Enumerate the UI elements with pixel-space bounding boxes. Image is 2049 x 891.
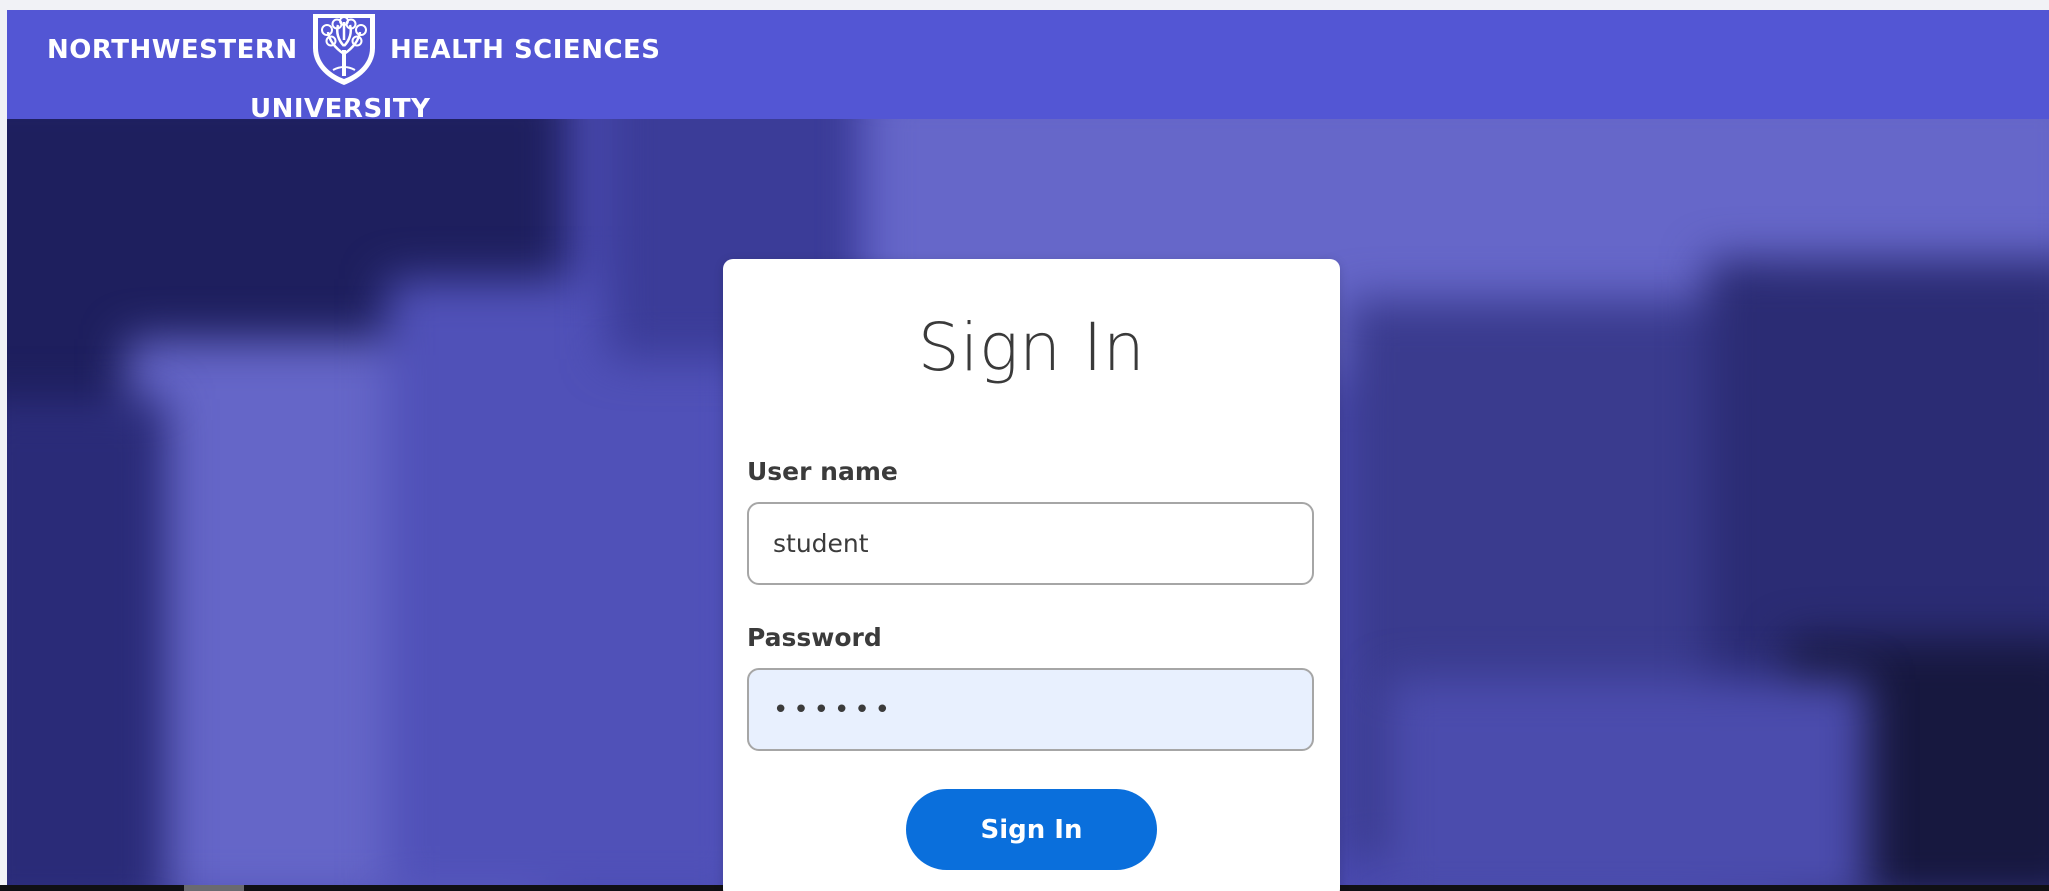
tree-shield-crest-icon [313, 14, 375, 85]
logo-word-northwestern: NORTHWESTERN [47, 35, 298, 65]
bg-building-center [387, 279, 747, 885]
bottom-edge-mark [184, 885, 244, 891]
page: NORTHWESTERN HEALTH SCIENCES UNIVERSITY [0, 0, 2049, 891]
password-input[interactable] [747, 668, 1314, 751]
left-edge [0, 0, 7, 891]
sign-in-title: Sign In [917, 309, 1146, 386]
username-input[interactable] [747, 502, 1314, 585]
sign-in-button[interactable]: Sign In [906, 789, 1157, 870]
logo-word-health-sciences: HEALTH SCIENCES [390, 35, 661, 65]
bg-shadow-left [7, 399, 167, 885]
bg-lawn [1387, 679, 1867, 885]
password-label: Password [747, 623, 882, 652]
top-edge [0, 0, 2049, 10]
university-logo[interactable]: NORTHWESTERN HEALTH SCIENCES UNIVERSITY [40, 10, 680, 124]
username-label: User name [747, 457, 898, 486]
site-header: NORTHWESTERN HEALTH SCIENCES UNIVERSITY [7, 10, 2049, 124]
